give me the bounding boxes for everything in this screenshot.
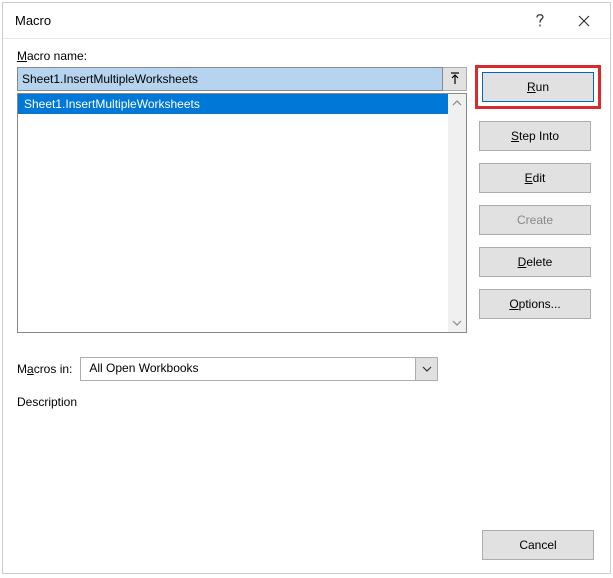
close-button[interactable] — [562, 6, 606, 36]
macro-dialog: Macro Macro name: Sheet1.Insert — [2, 2, 611, 574]
footer: Cancel — [3, 517, 610, 573]
list-item[interactable]: Sheet1.InsertMultipleWorksheets — [18, 94, 448, 114]
run-highlight: Run — [475, 65, 601, 109]
dialog-body: Macro name: Sheet1.InsertMultipleWorkshe… — [3, 39, 610, 517]
edit-button[interactable]: Edit — [479, 163, 591, 193]
description-label: Description — [17, 395, 467, 409]
macro-list-container: Sheet1.InsertMultipleWorksheets — [17, 93, 467, 333]
delete-button[interactable]: Delete — [479, 247, 591, 277]
dialog-title: Macro — [15, 13, 518, 28]
macros-in-value: All Open Workbooks — [81, 358, 415, 380]
macro-listbox[interactable]: Sheet1.InsertMultipleWorksheets — [18, 94, 448, 332]
macro-name-label: Macro name: — [17, 49, 467, 63]
chevron-down-icon — [422, 366, 432, 372]
close-icon — [578, 15, 590, 27]
help-icon — [535, 13, 545, 29]
titlebar: Macro — [3, 3, 610, 39]
scroll-up-icon[interactable] — [448, 94, 466, 112]
scroll-down-icon[interactable] — [448, 314, 466, 332]
macro-name-input[interactable] — [17, 67, 443, 91]
macros-in-combo[interactable]: All Open Workbooks — [80, 357, 438, 381]
run-button[interactable]: Run — [482, 72, 594, 102]
go-icon — [449, 72, 461, 86]
macros-in-label: Macros in: — [17, 362, 72, 376]
step-into-button[interactable]: Step Into — [479, 121, 591, 151]
macros-in-row: Macros in: All Open Workbooks — [17, 357, 467, 381]
left-panel: Macro name: Sheet1.InsertMultipleWorkshe… — [17, 49, 467, 505]
combo-dropdown-button[interactable] — [415, 358, 437, 380]
options-button[interactable]: Options... — [479, 289, 591, 319]
go-to-macro-button[interactable] — [443, 67, 467, 91]
help-button[interactable] — [518, 6, 562, 36]
macro-name-row — [17, 67, 467, 91]
cancel-button[interactable]: Cancel — [482, 530, 594, 560]
scrollbar[interactable] — [448, 94, 466, 332]
button-panel: Run Step Into Edit Create Delete Options… — [479, 69, 597, 505]
create-button: Create — [479, 205, 591, 235]
